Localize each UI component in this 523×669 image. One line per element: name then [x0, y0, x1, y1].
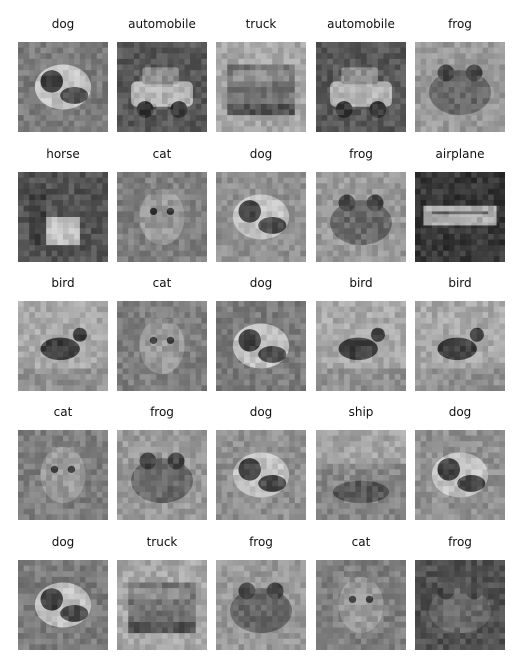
image-grid: dog automobile truck automobile frog horse cat… — [0, 0, 523, 669]
image-cell: dog — [18, 16, 108, 132]
image-cell: dog — [216, 146, 306, 262]
image-cell: bird — [18, 275, 108, 391]
dog-photo — [18, 42, 108, 132]
image-cell: cat — [18, 404, 108, 520]
dog-photo — [216, 172, 306, 262]
automobile-photo — [117, 42, 207, 132]
automobile-photo — [316, 42, 406, 132]
dog-photo — [216, 430, 306, 520]
frog-photo — [316, 172, 406, 262]
dog-photo — [18, 560, 108, 650]
image-cell: truck — [117, 534, 207, 650]
truck-photo — [117, 560, 207, 650]
image-cell: bird — [316, 275, 406, 391]
image-cell: airplane — [415, 146, 505, 262]
image-cell: truck — [216, 16, 306, 132]
image-cell: frog — [316, 146, 406, 262]
image-cell: horse — [18, 146, 108, 262]
airplane-photo — [415, 172, 505, 262]
image-cell: frog — [415, 16, 505, 132]
bird-photo — [415, 301, 505, 391]
dog-photo — [216, 301, 306, 391]
image-label: frog — [448, 17, 472, 31]
image-cell: automobile — [316, 16, 406, 132]
truck-photo — [216, 42, 306, 132]
image-label: bird — [448, 276, 472, 290]
cat-photo — [117, 301, 207, 391]
horse-photo — [18, 172, 108, 262]
image-cell: cat — [117, 275, 207, 391]
image-cell: cat — [316, 534, 406, 650]
frog-photo — [117, 430, 207, 520]
dog-photo — [415, 430, 505, 520]
image-cell: frog — [117, 404, 207, 520]
image-label: dog — [448, 405, 472, 419]
image-cell: automobile — [117, 16, 207, 132]
image-cell: frog — [216, 534, 306, 650]
image-cell: dog — [216, 404, 306, 520]
image-cell: frog — [415, 534, 505, 650]
cat-photo — [316, 560, 406, 650]
image-cell: dog — [216, 275, 306, 391]
frog-photo — [415, 42, 505, 132]
image-label: airplane — [435, 147, 485, 161]
image-label: frog — [448, 535, 472, 549]
image-cell: dog — [18, 534, 108, 650]
ship-photo — [316, 430, 406, 520]
frog-photo — [415, 560, 505, 650]
cat-photo — [117, 172, 207, 262]
image-cell: cat — [117, 146, 207, 262]
bird-photo — [18, 301, 108, 391]
image-cell: bird — [415, 275, 505, 391]
cat-photo — [18, 430, 108, 520]
image-cell: dog — [415, 404, 505, 520]
bird-photo — [316, 301, 406, 391]
image-cell: ship — [316, 404, 406, 520]
frog-photo — [216, 560, 306, 650]
